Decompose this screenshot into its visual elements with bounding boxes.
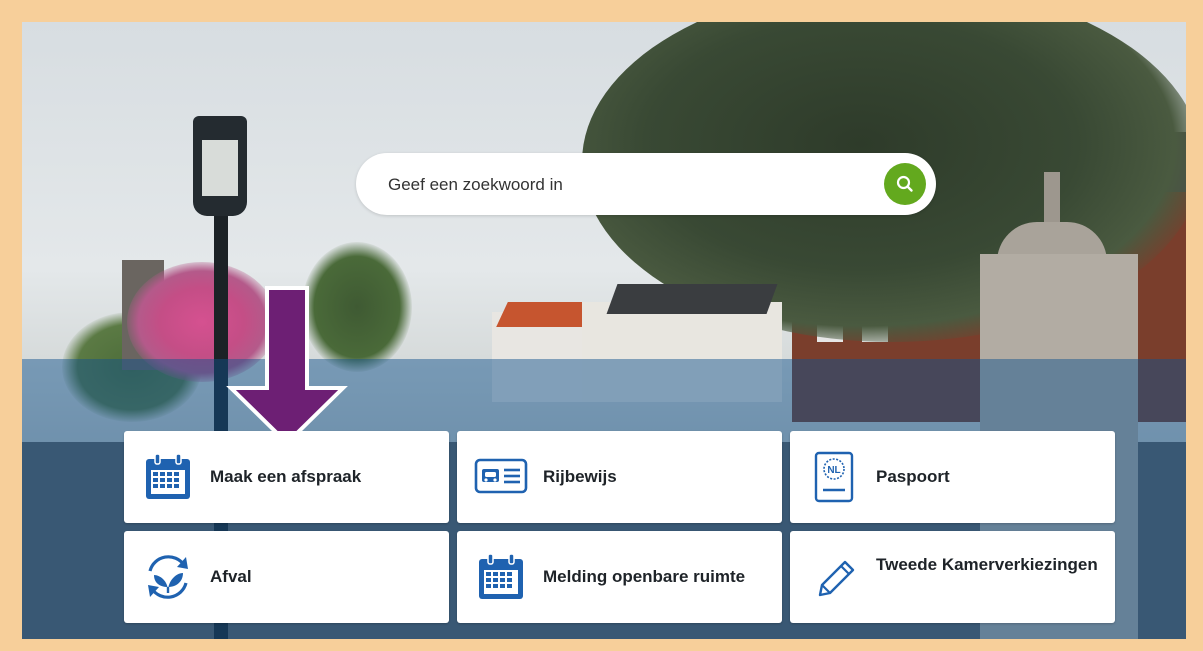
tile-label: Rijbewijs <box>543 467 617 486</box>
tile-label: Afval <box>210 567 252 586</box>
tile-tweede-kamerverkiezingen[interactable]: Tweede Kamerverkiezingen <box>790 531 1115 623</box>
tile-label: Maak een afspraak <box>210 467 362 486</box>
tile-melding-openbare-ruimte[interactable]: Melding openbare ruimte <box>457 531 782 623</box>
tile-paspoort[interactable]: NL Paspoort <box>790 431 1115 523</box>
search-icon <box>896 175 913 192</box>
annotation-arrow-icon <box>226 286 348 446</box>
search-bar <box>356 153 936 215</box>
tile-maak-een-afspraak[interactable]: Maak een afspraak <box>124 431 449 523</box>
drivers-license-icon <box>473 449 529 505</box>
passport-icon: NL <box>806 449 862 505</box>
tile-label: Melding openbare ruimte <box>543 567 746 586</box>
hero-section: Maak een afspraak Rijbewijs NL <box>22 22 1186 639</box>
calendar-icon <box>473 549 529 605</box>
tile-label: Paspoort <box>876 467 950 486</box>
tile-label: Tweede Kamerverkiezingen <box>876 555 1098 574</box>
tile-afval[interactable]: Afval <box>124 531 449 623</box>
search-button[interactable] <box>884 163 926 205</box>
tile-rijbewijs[interactable]: Rijbewijs <box>457 431 782 523</box>
calendar-icon <box>140 449 196 505</box>
passport-badge-text: NL <box>827 465 840 476</box>
search-input[interactable] <box>386 163 870 207</box>
pencil-icon <box>806 549 862 605</box>
recycle-icon <box>140 549 196 605</box>
